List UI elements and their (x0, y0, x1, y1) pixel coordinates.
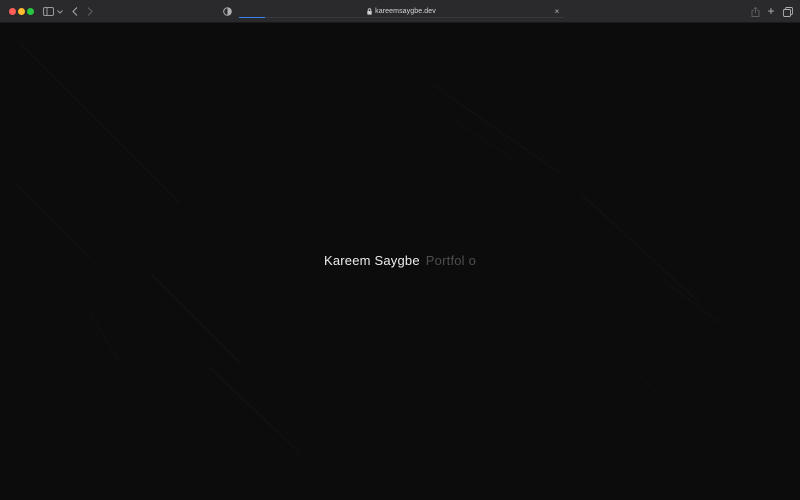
maximize-window-button[interactable] (27, 8, 34, 15)
hero-subtitle: Portfol o (425, 253, 477, 268)
sidebar-toggle-button[interactable] (42, 5, 64, 18)
close-icon: × (554, 7, 560, 16)
page-load-progress (239, 17, 564, 18)
tab-overview-button[interactable] (782, 5, 794, 18)
sidebar-icon (43, 7, 54, 16)
tabs-icon (783, 6, 793, 17)
share-button[interactable] (749, 5, 761, 18)
back-button[interactable] (69, 5, 81, 18)
forward-icon (87, 7, 93, 16)
chevron-down-icon (57, 9, 63, 14)
plus-icon: + (767, 4, 775, 18)
browser-toolbar: kareemsaygbe.dev × + (0, 0, 800, 23)
close-window-button[interactable] (9, 8, 16, 15)
lock-icon (367, 8, 372, 15)
forward-button[interactable] (84, 5, 96, 18)
url-text: kareemsaygbe.dev (375, 8, 436, 15)
minimize-window-button[interactable] (18, 8, 25, 15)
privacy-report-button[interactable] (221, 5, 233, 18)
page-content: Kareem Saygbe Portfol o (0, 23, 800, 500)
url-display: kareemsaygbe.dev (367, 8, 436, 15)
browser-window: kareemsaygbe.dev × + Kareem Saygbe Portf… (0, 0, 800, 500)
hero-name: Kareem Saygbe (323, 253, 420, 268)
share-icon (751, 6, 759, 17)
new-tab-button[interactable]: + (765, 5, 777, 18)
back-icon (72, 7, 78, 16)
shield-icon (222, 7, 232, 16)
page-load-progress-fill (239, 17, 265, 18)
hero-heading: Kareem Saygbe Portfol o (0, 253, 800, 268)
